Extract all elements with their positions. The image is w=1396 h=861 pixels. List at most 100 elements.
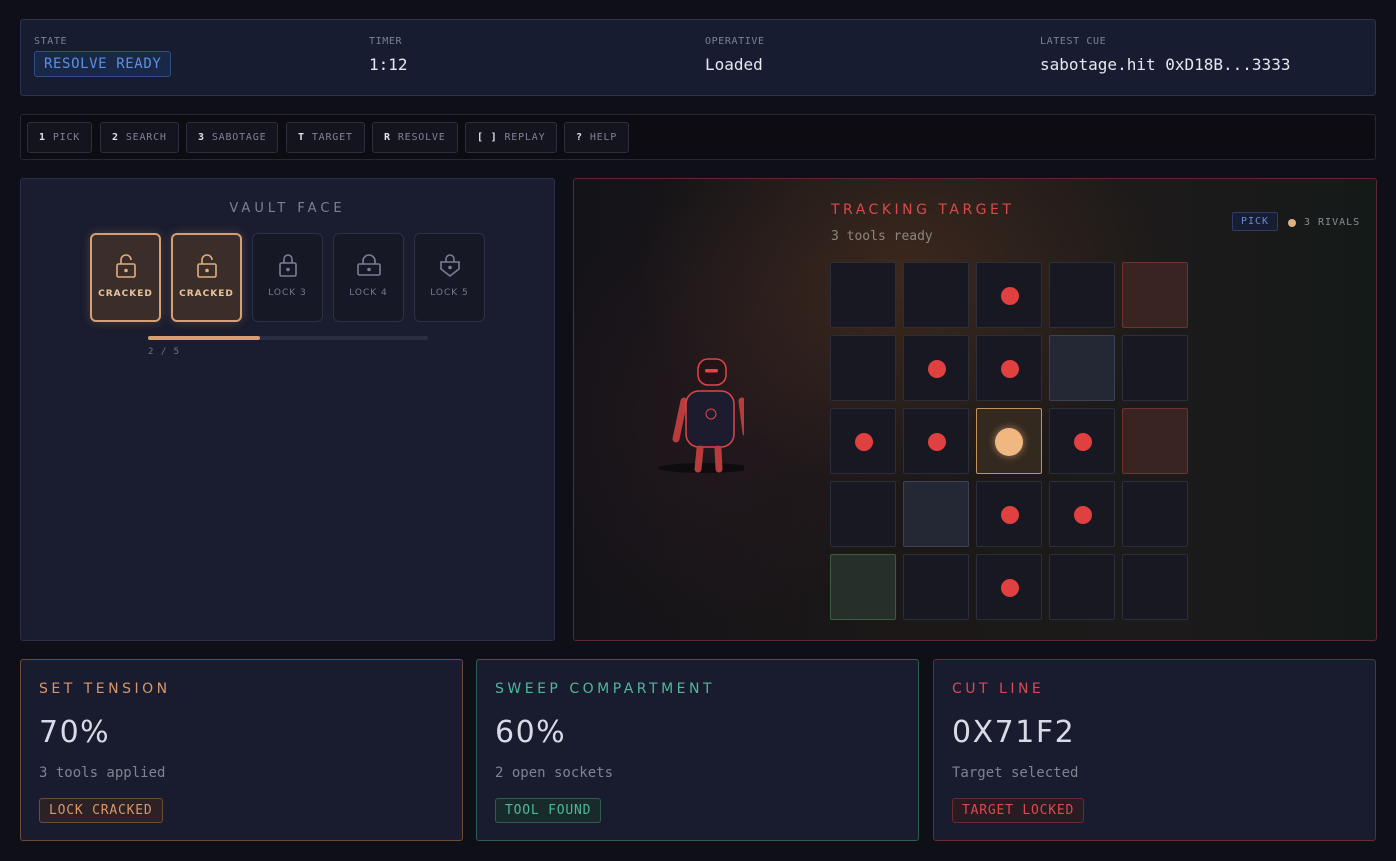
latest-cue-field: LATEST CUE sabotage.hit 0xD18B...3333	[1040, 36, 1290, 74]
rival-marker	[855, 433, 873, 451]
grid-cell[interactable]	[830, 481, 896, 547]
player-marker	[995, 428, 1023, 456]
metric-title: SET TENSION	[39, 681, 171, 697]
timer-value: 1:12	[369, 55, 408, 74]
lock-label: LOCK 5	[430, 288, 469, 298]
resolve-key: R	[384, 132, 391, 143]
grid-cell[interactable]	[1049, 481, 1115, 547]
lock-label: CRACKED	[179, 289, 234, 299]
metric-badge: LOCK CRACKED	[39, 798, 163, 823]
pick-button[interactable]: 1 PICK	[27, 122, 93, 153]
rival-dot-icon	[1288, 218, 1296, 227]
lock-label: LOCK 3	[268, 288, 307, 298]
grid-cell[interactable]	[1049, 262, 1115, 328]
grid-cell[interactable]	[976, 481, 1042, 547]
vault-title: VAULT FACE	[229, 201, 346, 216]
timer-label: TIMER	[369, 36, 403, 47]
metric-card-cut-line: CUT LINE 0X71F2 Target selected TARGET L…	[933, 659, 1376, 841]
grid-cell[interactable]	[1122, 335, 1188, 401]
lock-label: CRACKED	[98, 289, 153, 299]
vault-face-panel: VAULT FACE CRACKED CRACKED LOCK 3 LOCK 4…	[20, 178, 555, 641]
grid-cell[interactable]	[976, 554, 1042, 620]
grid-cell[interactable]	[830, 554, 896, 620]
lock-closed-icon	[278, 254, 297, 277]
replay-key: [ ]	[477, 132, 498, 143]
rival-marker	[1001, 579, 1019, 597]
timer-field: TIMER 1:12	[369, 36, 408, 74]
metric-value: 70%	[39, 715, 111, 750]
grid-cell[interactable]	[903, 335, 969, 401]
metric-subtitle: Target selected	[952, 765, 1079, 781]
latest-cue-value: sabotage.hit 0xD18B...3333	[1040, 55, 1291, 74]
operative-value: Loaded	[705, 55, 763, 74]
grid-cell[interactable]	[830, 262, 896, 328]
lock-card-4[interactable]: LOCK 4	[333, 233, 404, 322]
grid-cell[interactable]	[976, 408, 1042, 474]
grid-cell[interactable]	[1122, 481, 1188, 547]
target-button[interactable]: T TARGET	[286, 122, 365, 153]
sabotage-button[interactable]: 3 SABOTAGE	[186, 122, 279, 153]
state-field: STATE RESOLVE READY	[34, 36, 172, 77]
operative-label: OPERATIVE	[705, 36, 765, 47]
lock-closed-icon	[356, 254, 381, 276]
metric-value: 0X71F2	[952, 715, 1076, 750]
lock-open-icon	[196, 254, 217, 278]
replay-button[interactable]: [ ] REPLAY	[465, 122, 558, 153]
resolve-button[interactable]: R RESOLVE	[372, 122, 458, 153]
metric-title: CUT LINE	[952, 681, 1045, 697]
mode-badge[interactable]: PICK	[1232, 212, 1279, 231]
target-label: TARGET	[311, 132, 353, 143]
rivals-text: 3 RIVALS	[1304, 217, 1361, 228]
metric-card-sweep: SWEEP COMPARTMENT 60% 2 open sockets TOO…	[476, 659, 919, 841]
state-label: STATE	[34, 36, 68, 47]
grid-cell[interactable]	[830, 408, 896, 474]
grid-cell[interactable]	[976, 262, 1042, 328]
grid-cell[interactable]	[1049, 335, 1115, 401]
grid-cell[interactable]	[1122, 262, 1188, 328]
rival-marker	[1001, 506, 1019, 524]
status-bar: STATE RESOLVE READY TIMER 1:12 OPERATIVE…	[20, 19, 1376, 96]
grid-cell[interactable]	[1049, 408, 1115, 474]
grid-cell[interactable]	[903, 481, 969, 547]
grid-cell[interactable]	[830, 335, 896, 401]
crack-progress-text: 2 / 5	[148, 347, 181, 357]
target-key: T	[298, 132, 305, 143]
grid-cell[interactable]	[976, 335, 1042, 401]
help-button[interactable]: ? HELP	[564, 122, 630, 153]
lock-card-1[interactable]: CRACKED	[90, 233, 161, 322]
grid-cell[interactable]	[903, 408, 969, 474]
rival-marker	[928, 433, 946, 451]
help-key: ?	[576, 132, 583, 143]
search-key: 2	[112, 132, 119, 143]
metric-subtitle: 2 open sockets	[495, 765, 614, 781]
rival-marker	[1001, 287, 1019, 305]
help-label: HELP	[589, 132, 618, 143]
pick-label: PICK	[52, 132, 81, 143]
scene-title: TRACKING TARGET	[831, 202, 1015, 218]
lock-open-icon	[115, 254, 136, 278]
replay-label: REPLAY	[504, 132, 546, 143]
grid-cell[interactable]	[903, 262, 969, 328]
lock-card-2[interactable]: CRACKED	[171, 233, 242, 322]
grid-cell[interactable]	[1049, 554, 1115, 620]
metric-card-tension: SET TENSION 70% 3 tools applied LOCK CRA…	[20, 659, 463, 841]
lock-label: LOCK 4	[349, 288, 388, 298]
lock-card-5[interactable]: LOCK 5	[414, 233, 485, 322]
metric-subtitle: 3 tools applied	[39, 765, 166, 781]
grid-cell[interactable]	[903, 554, 969, 620]
grid-cell[interactable]	[1122, 554, 1188, 620]
rival-marker	[1074, 433, 1092, 451]
rivals-indicator: 3 RIVALS	[1288, 217, 1360, 228]
resolve-label: RESOLVE	[397, 132, 446, 143]
search-button[interactable]: 2 SEARCH	[100, 122, 179, 153]
action-toolbar: 1 PICK 2 SEARCH 3 SABOTAGE T TARGET R RESOLVE…	[20, 114, 1376, 160]
sabotage-label: SABOTAGE	[211, 132, 267, 143]
latest-cue-label: LATEST CUE	[1040, 36, 1107, 47]
state-badge: RESOLVE READY	[34, 51, 172, 77]
pick-key: 1	[39, 132, 46, 143]
crack-progress-bar	[148, 336, 428, 340]
tracking-scene: TRACKING TARGET 3 tools ready PICK 3 RIV…	[573, 178, 1377, 641]
lock-card-3[interactable]: LOCK 3	[252, 233, 323, 322]
sabotage-key: 3	[198, 132, 205, 143]
grid-cell[interactable]	[1122, 408, 1188, 474]
